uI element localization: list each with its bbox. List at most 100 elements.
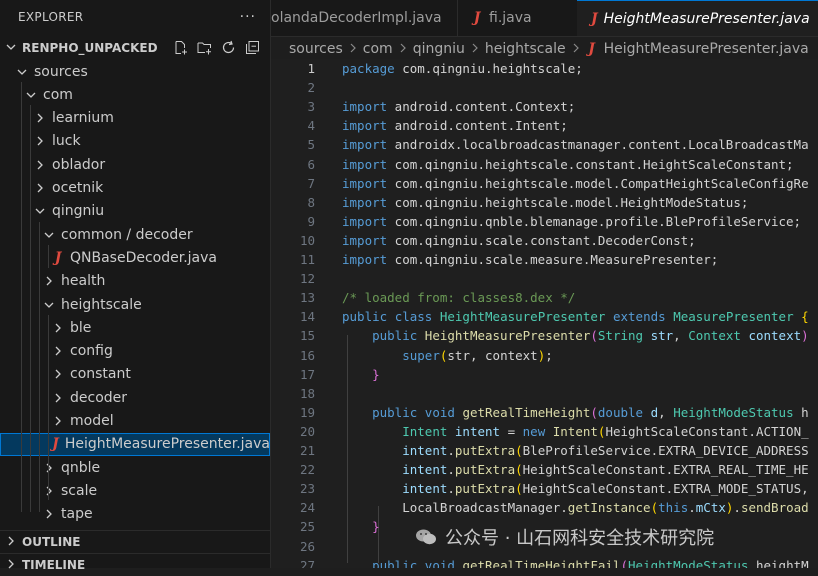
tree-folder-item[interactable]: tape	[0, 503, 270, 526]
code-token: getRealTimeHeight	[462, 404, 591, 420]
tree-item-label: constant	[70, 366, 131, 383]
breadcrumb-item[interactable]: sources	[289, 41, 343, 57]
tree-folder-item[interactable]: common / decoder	[0, 223, 270, 246]
chevron-right-icon	[34, 183, 46, 193]
tree-folder-item[interactable]: model	[0, 410, 270, 433]
code-text: import androidx.localbroadcastmanager.co…	[342, 137, 809, 152]
timeline-panel-header[interactable]: TIMELINE	[0, 553, 270, 576]
line-number: 3	[307, 99, 315, 115]
tree-folder-item[interactable]: heightscale	[0, 293, 270, 316]
line-number: 8	[307, 194, 315, 210]
tree-folder-item[interactable]: oblador	[0, 153, 270, 176]
tree-folder-item[interactable]: constant	[0, 363, 270, 386]
code-token: context	[748, 328, 802, 344]
chevron-right-icon	[43, 486, 55, 496]
code-token: (	[515, 462, 523, 478]
tree-item-label: QNBaseDecoder.java	[70, 249, 217, 266]
explorer-actions	[173, 40, 260, 55]
code-token: .	[733, 500, 741, 516]
tab-fi-java[interactable]: J fi.java	[457, 0, 578, 36]
chevron-down-icon	[43, 300, 55, 310]
tree-file-item[interactable]: J QNBaseDecoder.java	[0, 246, 270, 269]
chevron-right-icon	[43, 276, 55, 286]
tree-folder-item[interactable]: scale	[0, 479, 270, 502]
code-token: ;	[545, 347, 553, 363]
chevron-down-icon	[16, 67, 28, 77]
tree-folder-item[interactable]: config	[0, 340, 270, 363]
breadcrumb-item[interactable]: heightscale	[485, 41, 566, 57]
tree-folder-item[interactable]: learnium	[0, 107, 270, 130]
code-editor[interactable]: 1 package com.qingniu.heightscale; 2 3 impor…	[271, 59, 818, 568]
new-folder-icon[interactable]	[197, 40, 212, 55]
tree-folder-item[interactable]: health	[0, 270, 270, 293]
code-token: com.qingniu.heightscale.model.HeightMode…	[387, 194, 749, 210]
editor-tabs: olandaDecoderImpl.java J fi.java J Heigh…	[271, 0, 818, 37]
tree-folder-item[interactable]: luck	[0, 130, 270, 153]
chevron-right-icon	[43, 463, 55, 473]
tree-folder-item[interactable]: qingniu	[0, 200, 270, 223]
line-number: 23	[299, 481, 315, 497]
chevron-right-icon	[52, 393, 64, 403]
code-line: 5 import androidx.localbroadcastmanager.c…	[271, 135, 818, 154]
code-token: ,	[658, 404, 674, 420]
code-line: 27 public void getRealTimeHeightFail(Hei…	[271, 556, 818, 568]
tab-height-measure-presenter[interactable]: J HeightMeasurePresenter.java ✕	[577, 0, 818, 36]
tree-folder-item[interactable]: qnble	[0, 456, 270, 479]
code-token: import	[342, 137, 388, 153]
collapse-all-icon[interactable]	[245, 40, 260, 55]
code-text: Intent intent = new Intent(HeightScaleCo…	[342, 424, 808, 439]
tree-file-item[interactable]: J HeightMeasurePresenter.java	[0, 432, 270, 456]
tree-folder-item[interactable]: sources	[0, 60, 270, 83]
tab-label: fi.java	[489, 10, 532, 26]
chevron-right-icon	[6, 535, 16, 549]
code-token: HeightModeStatus	[673, 404, 794, 420]
tab-olanda-decoder[interactable]: olandaDecoderImpl.java	[267, 0, 458, 36]
code-token: android.content.Intent;	[387, 118, 568, 134]
chevron-right-icon	[6, 558, 16, 572]
code-token: putExtra	[454, 462, 516, 478]
code-text: package com.qingniu.heightscale;	[342, 61, 583, 76]
code-line: 6 import com.qingniu.heightscale.constant…	[271, 155, 818, 174]
refresh-icon[interactable]	[221, 40, 236, 55]
code-token: (	[590, 404, 598, 420]
breadcrumb-item[interactable]: qingniu	[413, 41, 465, 57]
code-token: import	[342, 118, 388, 134]
code-token: public	[372, 557, 418, 568]
code-token: import	[342, 99, 388, 115]
tree-folder-item[interactable]: com	[0, 83, 270, 106]
code-token: (	[650, 500, 659, 516]
code-line: 23 intent.putExtra(HeightScaleConstant.E…	[271, 479, 818, 498]
workspace-root[interactable]: RENPHO_UNPACKED	[0, 37, 270, 59]
code-token: intent	[402, 443, 448, 458]
code-text: }	[342, 367, 380, 382]
code-token: import	[342, 252, 388, 267]
tree-folder-item[interactable]: ocetnik	[0, 177, 270, 200]
code-line: 4 import android.content.Intent;	[271, 116, 818, 135]
code-line: 11 import com.qingniu.scale.measure.Measu…	[271, 250, 818, 269]
outline-panel-header[interactable]: OUTLINE	[0, 530, 270, 553]
code-token: mCtx	[695, 500, 726, 516]
tree-indent-guide	[48, 315, 49, 500]
more-actions-icon[interactable]: ···	[240, 9, 256, 25]
code-line: 13 /* loaded from: classes8.dex */	[271, 288, 818, 307]
code-token: .	[447, 462, 455, 478]
new-file-icon[interactable]	[173, 40, 188, 55]
tree-folder-item[interactable]: decoder	[0, 386, 270, 409]
breadcrumb-item[interactable]: com	[363, 41, 393, 57]
tree-folder-item[interactable]: ble	[0, 316, 270, 339]
line-number: 15	[299, 328, 315, 344]
code-token: (	[620, 557, 629, 568]
code-token: ,	[673, 328, 689, 344]
code-text: public HeightMeasurePresenter(String str…	[342, 328, 809, 343]
tree-indent-guide	[21, 82, 22, 512]
breadcrumb-item[interactable]: HeightMeasurePresenter.java	[604, 41, 809, 57]
